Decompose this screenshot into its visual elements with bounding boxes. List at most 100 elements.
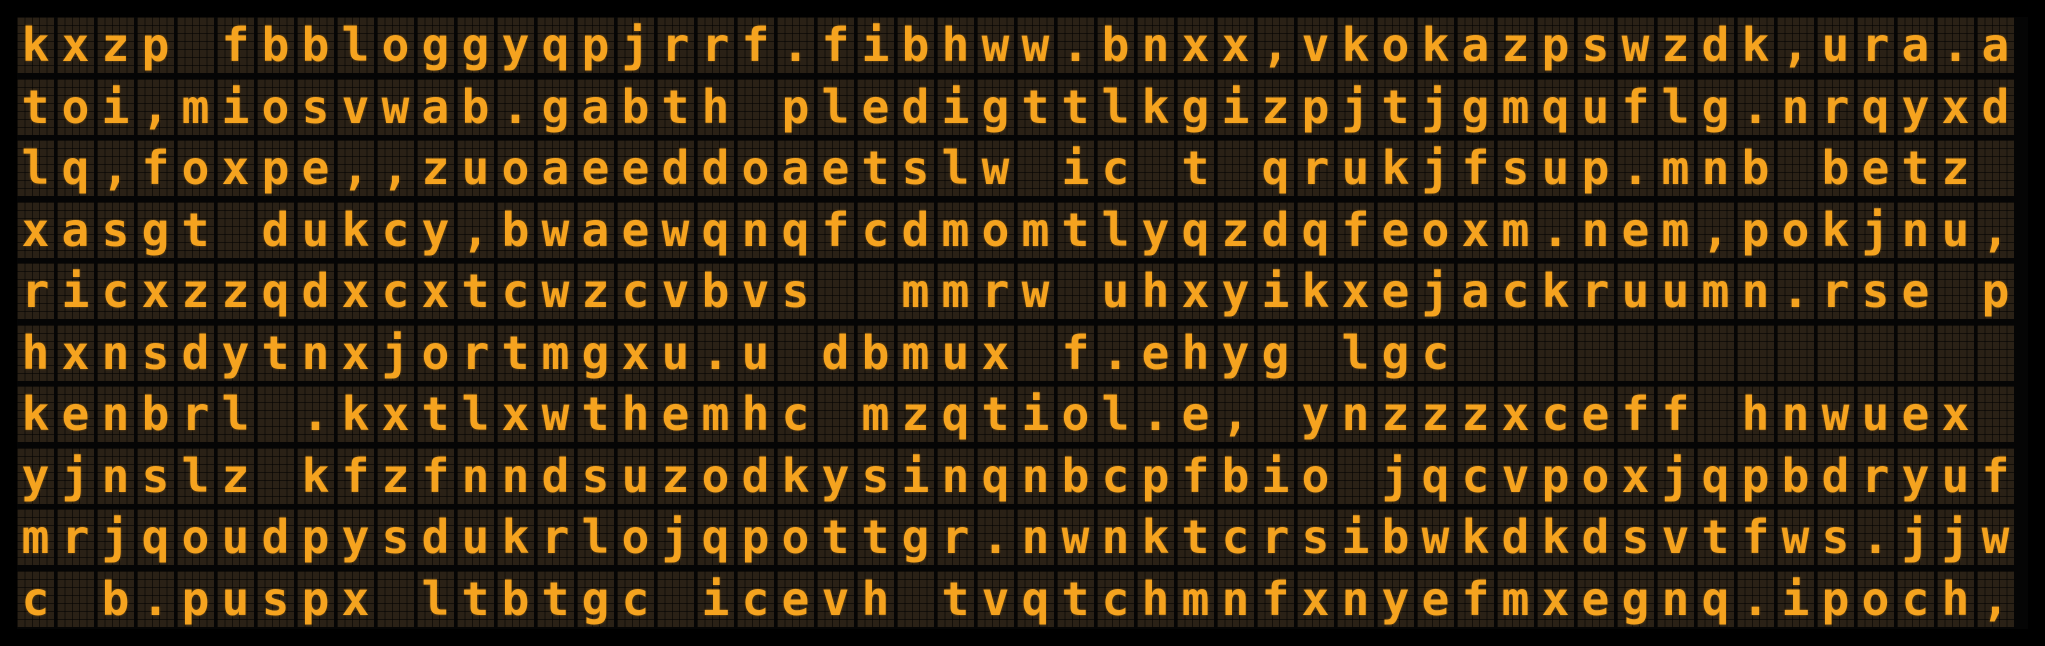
led-cell: g [457, 17, 494, 73]
led-character: z [181, 264, 210, 318]
led-cell: u [1817, 17, 1854, 73]
led-cell: r [1857, 17, 1894, 73]
led-cell: o [1577, 448, 1614, 504]
led-cell: q [937, 386, 974, 442]
led-character: w [1021, 18, 1050, 72]
led-character: r [1821, 264, 1850, 318]
led-character: j [661, 510, 690, 564]
led-cell [377, 571, 414, 627]
led-cell: q [57, 140, 94, 196]
led-character: , [1701, 203, 1730, 257]
led-cell: b [1377, 509, 1414, 565]
led-cell: i [697, 571, 734, 627]
led-cell: d [1697, 17, 1734, 73]
led-character: x [1301, 572, 1330, 626]
led-cell: c [1097, 448, 1134, 504]
led-character: j [1941, 510, 1970, 564]
led-cell: a [1897, 17, 1934, 73]
led-cell: n [937, 448, 974, 504]
led-cell [1017, 325, 1054, 381]
led-cell: i [97, 79, 134, 135]
led-character: e [661, 387, 690, 441]
led-cell: , [1977, 571, 2014, 627]
led-character: t [1061, 203, 1090, 257]
led-character: f [1341, 203, 1370, 257]
led-character: r [981, 264, 1010, 318]
led-character: , [461, 203, 490, 257]
led-cell: m [937, 202, 974, 258]
led-character: q [1701, 572, 1730, 626]
led-cell: t [857, 509, 894, 565]
led-cell: o [177, 140, 214, 196]
led-character: d [901, 203, 930, 257]
led-character: t [821, 510, 850, 564]
led-cell: c [617, 571, 654, 627]
led-cell: t [497, 325, 534, 381]
led-cell: v [977, 571, 1014, 627]
led-character: l [1101, 203, 1130, 257]
led-character [1977, 325, 2014, 381]
led-character: p [741, 510, 770, 564]
led-cell: n [1697, 140, 1734, 196]
led-character: e [1901, 264, 1930, 318]
led-character: l [1661, 80, 1690, 134]
led-character: b [461, 80, 490, 134]
led-cell: , [97, 140, 134, 196]
led-character: y [1141, 203, 1170, 257]
led-cell: y [417, 202, 454, 258]
led-character: w [981, 18, 1010, 72]
led-character: f [1661, 387, 1690, 441]
led-character: n [1021, 510, 1050, 564]
led-cell: j [377, 325, 414, 381]
led-cell: r [1817, 79, 1854, 135]
led-character [1017, 140, 1054, 196]
led-cell: t [1057, 202, 1094, 258]
led-character: j [1421, 141, 1450, 195]
led-character: s [141, 449, 170, 503]
led-cell: d [1257, 202, 1294, 258]
led-character: z [581, 264, 610, 318]
led-cell: c [1457, 448, 1494, 504]
led-character: h [1141, 264, 1170, 318]
led-cell: c [497, 263, 534, 319]
led-cell: w [537, 386, 574, 442]
led-cell: q [537, 17, 574, 73]
led-character: c [21, 572, 50, 626]
led-cell: x [377, 386, 414, 442]
led-cell: . [1617, 140, 1654, 196]
led-character: , [381, 141, 410, 195]
led-cell: s [577, 448, 614, 504]
led-cell: c [737, 571, 774, 627]
led-cell: z [657, 448, 694, 504]
led-character: g [1261, 326, 1290, 380]
led-cell: c [777, 386, 814, 442]
led-character: f [221, 18, 250, 72]
led-cell: b [497, 571, 534, 627]
led-character: l [461, 387, 490, 441]
led-cell [1457, 325, 1494, 381]
led-cell: k [1377, 140, 1414, 196]
led-cell: z [1657, 17, 1694, 73]
led-cell: j [1657, 448, 1694, 504]
led-cell: t [1377, 79, 1414, 135]
led-cell: z [897, 386, 934, 442]
led-character: t [261, 326, 290, 380]
display-line: xasgtdukcy,bwaewqnqfcdmomtlyqzdqfeoxm.ne… [17, 202, 2014, 258]
led-cell: c [617, 263, 654, 319]
led-cell: . [1737, 79, 1774, 135]
led-character: m [541, 326, 570, 380]
led-cell: p [737, 509, 774, 565]
led-cell: i [1217, 79, 1254, 135]
led-character: k [1141, 510, 1170, 564]
led-cell: l [417, 571, 454, 627]
led-character: w [1061, 510, 1090, 564]
led-cell: x [617, 325, 654, 381]
led-cell [1897, 325, 1934, 381]
led-cell [657, 571, 694, 627]
led-character: d [1701, 18, 1730, 72]
led-cell: a [417, 79, 454, 135]
led-cell: k [777, 448, 814, 504]
led-cell: u [217, 571, 254, 627]
led-character: c [1541, 387, 1570, 441]
display-line: lq,foxpe,,zuoaeeddoaetslwictqrukjfsup.mn… [17, 140, 2014, 196]
